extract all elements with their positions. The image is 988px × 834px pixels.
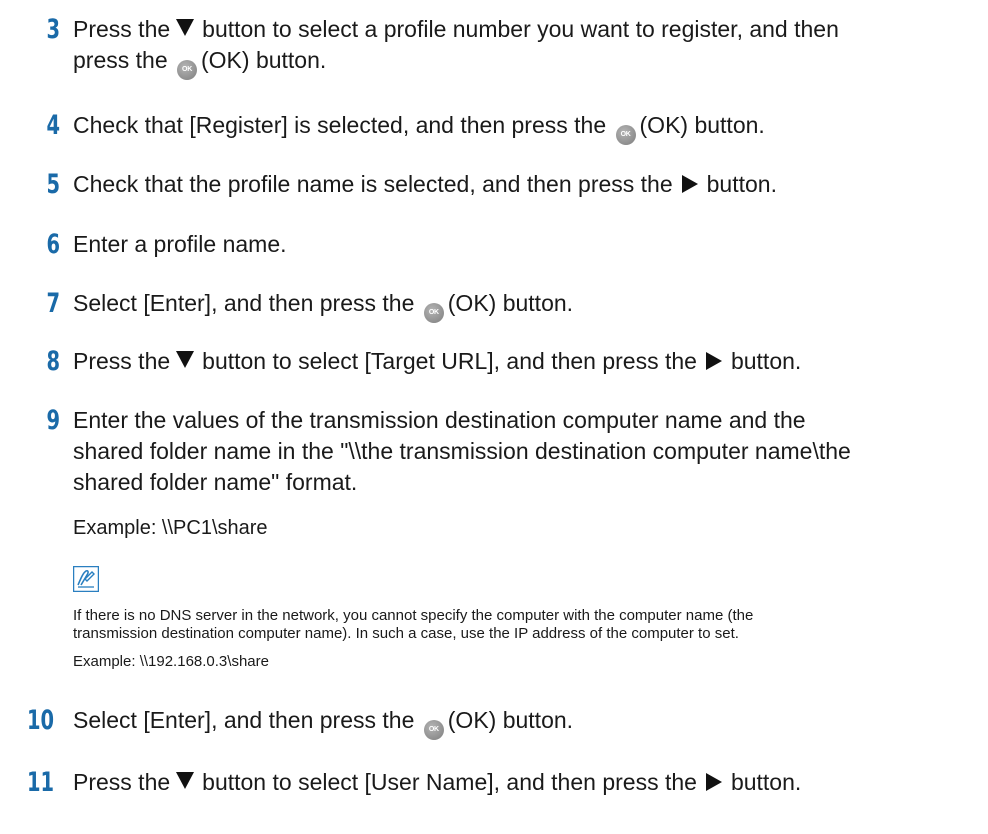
- right-arrow-icon: [681, 175, 698, 193]
- step-9-example: Example: \\PC1\share: [73, 517, 268, 539]
- down-arrow-icon: [176, 772, 195, 789]
- step-text: Press the button to select a profile numb…: [73, 14, 978, 80]
- ok-button-icon: OK: [177, 60, 197, 80]
- step-text: Select [Enter], and then press the OK (OK…: [73, 705, 978, 740]
- note-text: If there is no DNS server in the network…: [73, 607, 754, 642]
- step-number: 8: [46, 346, 60, 377]
- down-arrow-icon: [176, 19, 195, 36]
- step-text: Press the button to select [User Name], a…: [73, 769, 802, 795]
- ok-button-icon: OK: [423, 303, 444, 323]
- ok-button-icon: OK: [423, 720, 444, 740]
- step-number: 9: [46, 405, 60, 436]
- down-arrow-icon: [176, 351, 195, 368]
- step-text: Select [Enter], and then press the OK (OK…: [73, 288, 978, 323]
- step-number: 4: [46, 110, 60, 141]
- step-text: Check that [Register] is selected, and t…: [73, 110, 978, 145]
- step-text: Enter the values of the transmission des…: [73, 407, 851, 495]
- step-text: Check that the profile name is selected,…: [73, 171, 777, 197]
- step-number: 11: [26, 767, 54, 798]
- right-arrow-icon: [705, 773, 722, 791]
- step-text: Press the button to select [Target URL], …: [73, 348, 802, 374]
- step-number: 3: [46, 14, 60, 45]
- memo-pencil-icon: [73, 566, 99, 592]
- right-arrow-icon: [705, 352, 722, 370]
- step-number: 10: [26, 705, 54, 736]
- step-number: 7: [46, 288, 60, 319]
- step-number: 5: [46, 169, 60, 200]
- ok-button-icon: OK: [615, 125, 636, 145]
- step-number: 6: [46, 229, 60, 260]
- note-example: Example: \\192.168.0.3\share: [73, 653, 269, 670]
- step-text: Enter a profile name.: [73, 231, 287, 257]
